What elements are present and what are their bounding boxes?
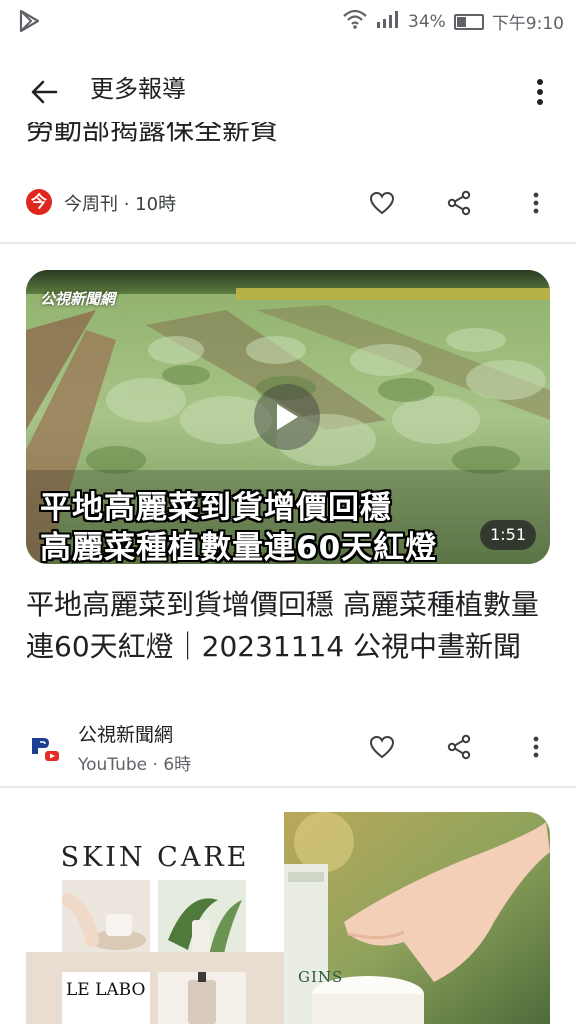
more-vert-icon: [533, 192, 539, 214]
channel-watermark: 公視新聞網: [40, 290, 116, 308]
back-button[interactable]: [24, 72, 64, 112]
battery-level-fill: [456, 16, 466, 27]
heart-icon: [369, 735, 395, 759]
source-row: 公視新聞網 YouTube · 6時: [0, 720, 576, 775]
video-caption-line2: 高麗菜種植數量連60天紅燈: [40, 530, 438, 564]
source-logo: 今: [26, 189, 52, 215]
article-headline[interactable]: 勞動部揭露保全薪資: [26, 122, 278, 150]
more-vert-icon: [537, 79, 543, 105]
brand-label: GINS: [298, 968, 344, 986]
source-row: 今 今周刊 · 10時: [0, 178, 576, 228]
play-icon: [277, 404, 298, 430]
sponsored-card[interactable]: SKIN CARE LE LABO GINS: [26, 812, 550, 1024]
battery-percent: 34%: [408, 11, 446, 32]
like-button[interactable]: [362, 183, 402, 223]
share-button[interactable]: [439, 727, 479, 767]
card-menu-button[interactable]: [516, 727, 556, 767]
share-icon: [447, 190, 471, 216]
share-button[interactable]: [439, 183, 479, 223]
video-duration: 1:51: [480, 520, 536, 550]
video-caption-line1: 平地高麗菜到貨增價回穩: [40, 490, 392, 526]
status-bar: 34% 下午9:10: [0, 0, 576, 40]
ad-collage: SKIN CARE LE LABO: [26, 812, 284, 1024]
battery-icon: [453, 13, 484, 30]
source-meta: 今周刊 · 10時: [64, 194, 177, 215]
source-name: 公視新聞網: [78, 724, 174, 746]
divider: [0, 242, 576, 244]
back-arrow-icon: [31, 80, 58, 104]
wifi-icon: [342, 8, 368, 35]
page-title: 更多報導: [90, 75, 186, 103]
source-meta: YouTube · 6時: [78, 755, 192, 775]
product-image: LE LABO: [62, 972, 150, 1024]
play-store-icon: [16, 8, 42, 38]
article-headline[interactable]: 平地高麗菜到貨增價回穩 高麗菜種植數量連60天紅燈｜20231114 公視中晝新…: [26, 584, 550, 668]
divider: [0, 786, 576, 788]
like-button[interactable]: [362, 727, 402, 767]
share-icon: [447, 734, 471, 760]
product-image: [158, 972, 246, 1024]
clock: 下午9:10: [491, 14, 564, 34]
pts-logo-icon: [32, 738, 59, 761]
play-button[interactable]: [254, 384, 320, 450]
overflow-menu-button[interactable]: [520, 72, 560, 112]
brand-label: LE LABO: [66, 980, 146, 1000]
lotion-hand-image: [284, 812, 550, 1024]
app-bar: 更多報導: [0, 56, 576, 122]
video-thumbnail[interactable]: 公視新聞網 平地高麗菜到貨增價回穩 高麗菜種植數量連60天紅燈 1:51: [26, 270, 550, 564]
headline-clip: 勞動部揭露保全薪資: [26, 122, 546, 158]
card-menu-button[interactable]: [516, 183, 556, 223]
ad-title: SKIN CARE: [60, 842, 250, 873]
heart-icon: [369, 191, 395, 215]
signal-icon: [376, 9, 400, 34]
more-vert-icon: [533, 736, 539, 758]
article-card-previous[interactable]: 勞動部揭露保全薪資 今 今周刊 · 10時: [0, 122, 576, 244]
